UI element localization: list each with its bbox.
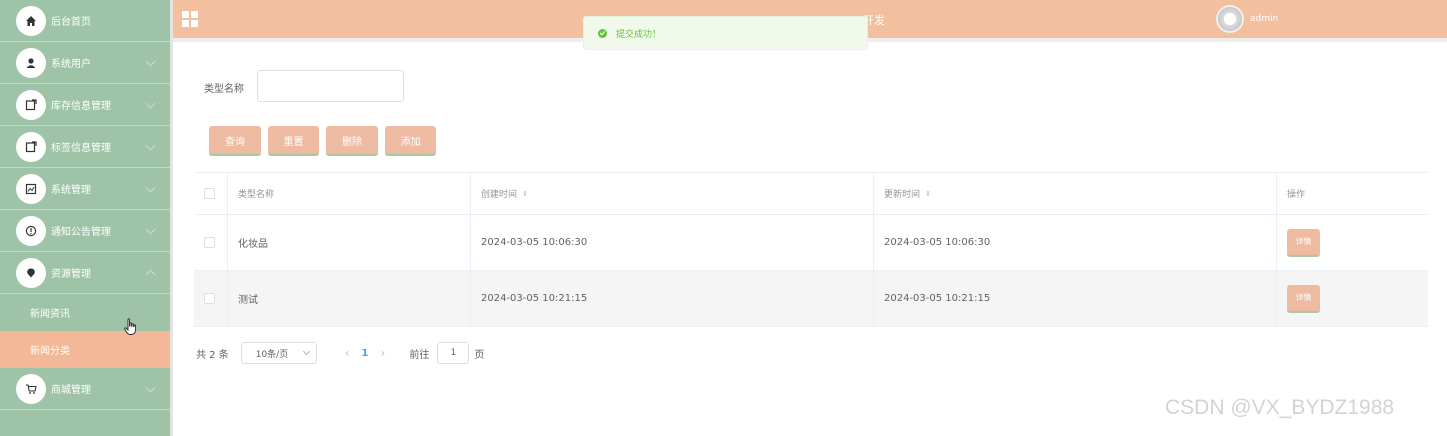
sidebar-item-label: 通知公告管理 bbox=[51, 227, 111, 238]
success-check-icon bbox=[598, 28, 607, 38]
chevron-down-icon bbox=[145, 56, 156, 67]
resource-icon bbox=[16, 257, 46, 288]
sidebar-item-label: 后台首页 bbox=[51, 17, 91, 28]
cell-type-name: 化妆品 bbox=[228, 215, 471, 270]
row-checkbox[interactable] bbox=[204, 237, 215, 248]
sidebar-item-label: 系统用户 bbox=[51, 59, 91, 70]
row-checkbox-cell bbox=[194, 215, 228, 270]
cart-icon bbox=[16, 373, 46, 404]
sidebar-item-label: 库存信息管理 bbox=[51, 101, 111, 112]
cell-created-time: 2024-03-05 10:21:15 bbox=[471, 271, 874, 326]
sidebar-item-label: 系统管理 bbox=[51, 185, 91, 196]
goto-label: 前往 bbox=[409, 349, 430, 361]
notice-icon bbox=[16, 215, 46, 246]
search-label: 类型名称 bbox=[204, 84, 244, 95]
cell-actions: 详情 bbox=[1277, 215, 1428, 270]
chevron-down-icon bbox=[145, 140, 156, 151]
main-content: 类型名称 查询 重置 删除 添加 类型名称 创建时间 ⇕ 更新时间 ⇕ 操作 化妆品… bbox=[173, 42, 1447, 436]
sidebar-item-tags[interactable]: 标签信息管理 bbox=[0, 126, 170, 168]
column-header: 创建时间 bbox=[481, 190, 518, 200]
header-actions: 操作 bbox=[1277, 173, 1428, 214]
cell-created-time: 2024-03-05 10:06:30 bbox=[471, 215, 874, 270]
sidebar-subitem-news[interactable]: 新闻资讯 bbox=[0, 294, 170, 331]
table-row: 测试 2024-03-05 10:21:15 2024-03-05 10:21:… bbox=[194, 271, 1428, 327]
chevron-down-icon bbox=[145, 382, 156, 393]
sidebar-item-notice[interactable]: 通知公告管理 bbox=[0, 210, 170, 252]
prev-page-icon[interactable]: ‹ bbox=[345, 346, 350, 360]
total-count: 共 2 条 bbox=[196, 349, 229, 361]
table-row: 化妆品 2024-03-05 10:06:30 2024-03-05 10:06… bbox=[194, 215, 1428, 271]
sidebar-item-resources[interactable]: 资源管理 bbox=[0, 252, 170, 294]
delete-button[interactable]: 删除 bbox=[326, 126, 378, 156]
goto-page-input[interactable] bbox=[437, 342, 470, 364]
chevron-down-icon bbox=[302, 347, 310, 356]
add-button[interactable]: 添加 bbox=[385, 126, 436, 156]
detail-button[interactable]: 详情 bbox=[1287, 228, 1320, 257]
toast-message: 提交成功！ bbox=[616, 29, 662, 40]
cell-type-name: 测试 bbox=[228, 271, 471, 326]
header-checkbox-cell bbox=[194, 173, 228, 214]
header-updated-time[interactable]: 更新时间 ⇕ bbox=[874, 173, 1277, 214]
data-table: 类型名称 创建时间 ⇕ 更新时间 ⇕ 操作 化妆品 2024-03-05 10:06… bbox=[194, 172, 1428, 327]
cell-actions: 详情 bbox=[1277, 271, 1428, 326]
system-icon bbox=[16, 173, 46, 204]
column-header: 更新时间 bbox=[884, 190, 921, 200]
chevron-down-icon bbox=[145, 98, 156, 109]
header-type-name: 类型名称 bbox=[228, 173, 471, 214]
sidebar-item-label: 资源管理 bbox=[51, 269, 91, 280]
pagination: 共 2 条 10条/页 ‹ 1 › 前往 页 bbox=[196, 342, 484, 364]
inventory-icon bbox=[16, 89, 46, 120]
query-button[interactable]: 查询 bbox=[209, 126, 261, 156]
header-username[interactable]: admin bbox=[1250, 14, 1278, 24]
sidebar-item-inventory[interactable]: 库存信息管理 bbox=[0, 84, 170, 126]
tag-icon bbox=[16, 131, 46, 162]
page-size-select[interactable]: 10条/页 bbox=[240, 342, 317, 364]
sidebar-subitem-news-category[interactable]: 新闻分类 bbox=[0, 331, 170, 368]
cell-updated-time: 2024-03-05 10:21:15 bbox=[874, 271, 1277, 326]
sidebar-item-label: 标签信息管理 bbox=[51, 143, 111, 154]
watermark: CSDN @VX_BYDZ1988 bbox=[1165, 396, 1395, 419]
sidebar-item-shop[interactable]: 商城管理 bbox=[0, 368, 170, 410]
user-icon bbox=[16, 47, 46, 78]
sidebar-item-system[interactable]: 系统管理 bbox=[0, 168, 170, 210]
sort-icon[interactable]: ⇕ bbox=[522, 190, 528, 198]
grid-menu-icon[interactable] bbox=[182, 11, 198, 27]
page-suffix: 页 bbox=[474, 349, 485, 361]
row-checkbox-cell bbox=[194, 271, 228, 326]
next-page-icon[interactable]: › bbox=[381, 346, 386, 360]
home-icon bbox=[16, 5, 46, 36]
hand-cursor-icon bbox=[124, 318, 137, 335]
chevron-down-icon bbox=[145, 224, 156, 235]
type-name-input[interactable] bbox=[257, 70, 404, 102]
table-header-row: 类型名称 创建时间 ⇕ 更新时间 ⇕ 操作 bbox=[194, 173, 1428, 215]
reset-button[interactable]: 重置 bbox=[268, 126, 319, 156]
chevron-up-icon bbox=[145, 269, 156, 280]
column-header: 类型名称 bbox=[238, 190, 275, 200]
sort-icon[interactable]: ⇕ bbox=[925, 190, 931, 198]
chevron-down-icon bbox=[145, 182, 156, 193]
cell-updated-time: 2024-03-05 10:06:30 bbox=[874, 215, 1277, 270]
avatar[interactable] bbox=[1216, 5, 1244, 33]
current-page-number[interactable]: 1 bbox=[362, 348, 369, 359]
detail-button[interactable]: 详情 bbox=[1287, 284, 1320, 313]
column-header: 操作 bbox=[1287, 190, 1306, 200]
row-checkbox[interactable] bbox=[204, 293, 215, 304]
select-all-checkbox[interactable] bbox=[204, 188, 215, 199]
header-created-time[interactable]: 创建时间 ⇕ bbox=[471, 173, 874, 214]
sidebar-item-users[interactable]: 系统用户 bbox=[0, 42, 170, 84]
sidebar: 后台首页 系统用户 库存信息管理 标签信息管理 系统管理 通知公告管理 资源管理… bbox=[0, 0, 170, 436]
page-size-value: 10条/页 bbox=[255, 349, 289, 360]
sidebar-item-label: 商城管理 bbox=[51, 385, 91, 396]
sidebar-item-home[interactable]: 后台首页 bbox=[0, 0, 170, 42]
